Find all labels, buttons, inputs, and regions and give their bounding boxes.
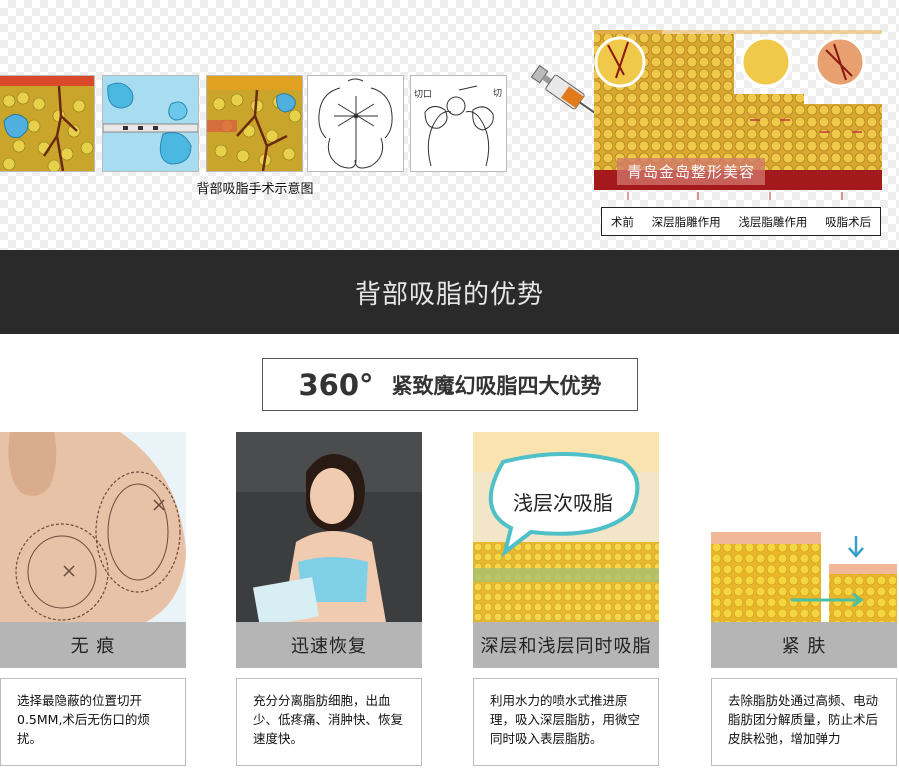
section-title: 背部吸脂的优势 [354, 279, 544, 310]
incision-label: 切口 [414, 90, 433, 100]
tightening-title: 紧 肤 [711, 622, 897, 668]
section-title-band: 背部吸脂的优势 [0, 250, 899, 334]
image-callout-label: 浅层次吸脂 [513, 491, 613, 515]
tissue-legend: 术前 深层脂雕作用 浅层脂雕作用 吸脂术后 [601, 207, 881, 236]
layered-lipo-desc: 利用水力的喷水式推进原理，吸入深层脂肪，用微空同时吸入表层脂肪。 [473, 678, 659, 766]
subtitle-box: 360° 紧致魔幻吸脂四大优势 [262, 358, 638, 411]
scarless-title: 无 痕 [0, 622, 186, 668]
scarless-desc: 选择最隐蔽的位置切开0.5MM,术后无伤口的烦扰。 [0, 678, 186, 766]
recovery-title: 迅速恢复 [236, 622, 422, 668]
incision-label-right: 切 [493, 89, 503, 99]
layered-lipo-title: 深层和浅层同时吸脂 [473, 622, 659, 668]
recovery-image [236, 432, 422, 622]
tightening-desc: 去除脂肪处通过高频、电动脂肪团分解质量，防止术后皮肤松弛，增加弹力 [711, 678, 897, 766]
incision-sketch-thumbnail: 切口 切 [410, 75, 507, 172]
legend-item: 浅层脂雕作用 [738, 214, 808, 229]
tightening-image [711, 432, 897, 622]
brand-badge: 青岛金岛整形美容 [617, 158, 766, 185]
fat-vessels-thumbnail [206, 75, 303, 172]
back-sketch-thumbnail [307, 75, 404, 172]
legend-item: 术前 [610, 214, 634, 229]
layered-lipo-image: 浅层次吸脂 [473, 432, 659, 622]
legend-item: 深层脂雕作用 [651, 214, 721, 229]
subtitle-text: 紧致魔幻吸脂四大优势 [391, 373, 602, 398]
fat-tissue-thumbnail [0, 75, 95, 172]
cannula-thumbnail [102, 75, 199, 172]
diagram-area: 切口 切 背部吸脂手术示意图 青岛金岛整形美容 术前 深层脂雕作用 浅层脂雕作用… [0, 0, 899, 250]
diagram-caption: 背部吸脂手术示意图 [196, 182, 314, 197]
legend-item: 吸脂术后 [825, 214, 872, 229]
recovery-desc: 充分分离脂肪细胞，出血少、低疼痛、消肿快、恢复速度快。 [236, 678, 422, 766]
scarless-image [0, 432, 186, 622]
subtitle-degree: 360° [298, 367, 374, 402]
